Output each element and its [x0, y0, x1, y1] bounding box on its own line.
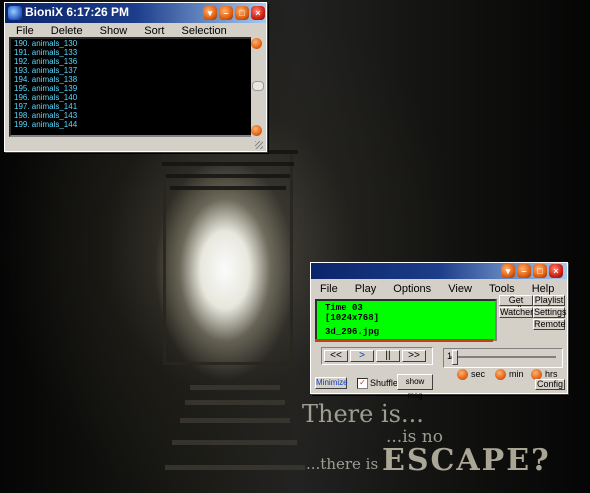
- list-item[interactable]: 198. animals_143: [11, 111, 251, 120]
- menu-options[interactable]: Options: [386, 281, 438, 297]
- slider-track: [450, 356, 556, 358]
- rollup-icon[interactable]: ▾: [203, 6, 217, 20]
- list-item[interactable]: 193. animals_137: [11, 66, 251, 75]
- wallpaper-escape-word: ESCAPE?: [382, 443, 551, 478]
- list-item[interactable]: 195. animals_139: [11, 84, 251, 93]
- status-display: Time 03 [1024x768] 3d_296.jpg: [315, 299, 497, 341]
- list-item[interactable]: 199. animals_144: [11, 120, 251, 129]
- stair-step: [180, 418, 290, 423]
- wallpaper-line-3-prefix: ...there is: [306, 455, 379, 473]
- unit-sec-radio[interactable]: [457, 369, 468, 380]
- minimize-icon[interactable]: –: [219, 6, 233, 20]
- unit-hrs-label: hrs: [545, 369, 558, 379]
- config-button[interactable]: Config: [535, 379, 565, 390]
- list-item[interactable]: 191. animals_133: [11, 48, 251, 57]
- bionix-app-icon: [8, 6, 22, 20]
- progress-bar: [315, 339, 493, 342]
- minimize-button[interactable]: Minimize: [315, 377, 348, 389]
- bionix-window-title: BioniX 6:17:26 PM: [25, 5, 130, 19]
- menu-file[interactable]: File: [313, 281, 345, 297]
- previous-button[interactable]: <<: [324, 350, 348, 362]
- bionix-list-window: BioniX 6:17:26 PM ▾ – □ × File Delete Sh…: [4, 2, 267, 152]
- shuffle-label: Shuffle: [370, 378, 398, 388]
- display-filename: 3d_296.jpg: [325, 327, 380, 337]
- stair-step: [165, 465, 305, 470]
- resize-grip-icon[interactable]: [255, 141, 263, 149]
- wallpaper-list[interactable]: 190. animals_130 191. animals_133 192. a…: [9, 37, 253, 137]
- scroll-up-icon[interactable]: [251, 38, 262, 49]
- list-item[interactable]: 194. animals_138: [11, 75, 251, 84]
- settings-button[interactable]: Settings: [533, 307, 567, 318]
- get-walls-button[interactable]: Get walls: [499, 295, 533, 314]
- tunnel-rung: [166, 174, 290, 178]
- display-time: Time 03: [325, 303, 363, 313]
- stair-step: [190, 385, 280, 390]
- wallpaper-line-1: There is...: [302, 400, 424, 428]
- scroll-down-icon[interactable]: [251, 125, 262, 136]
- list-scrollbar[interactable]: [251, 37, 264, 137]
- list-item[interactable]: 197. animals_141: [11, 102, 251, 111]
- display-resolution: [1024x768]: [325, 313, 380, 323]
- player-title-bar[interactable]: ▾ – □ ×: [311, 263, 567, 279]
- rollup-icon[interactable]: ▾: [501, 264, 515, 278]
- shuffle-checkbox[interactable]: ✓: [357, 378, 368, 389]
- scroll-thumb[interactable]: [252, 81, 264, 91]
- maximize-icon[interactable]: □: [235, 6, 249, 20]
- menu-play[interactable]: Play: [348, 281, 383, 297]
- menu-view[interactable]: View: [441, 281, 479, 297]
- list-item[interactable]: 196. animals_140: [11, 93, 251, 102]
- watcher-button[interactable]: Watcher: [499, 307, 533, 318]
- list-item[interactable]: 192. animals_136: [11, 57, 251, 66]
- tunnel-frame: [163, 150, 293, 365]
- next-button[interactable]: >>: [402, 350, 426, 362]
- pause-button[interactable]: ||: [376, 350, 400, 362]
- close-icon[interactable]: ×: [549, 264, 563, 278]
- close-icon[interactable]: ×: [251, 6, 265, 20]
- play-button[interactable]: >: [350, 350, 374, 362]
- tunnel-rung: [170, 186, 286, 190]
- interval-slider[interactable]: 1: [443, 348, 563, 368]
- bionix-player-window: ▾ – □ × File Play Options View Tools Hel…: [310, 262, 568, 400]
- list-item[interactable]: 190. animals_130: [11, 39, 251, 48]
- transport-panel: << > || >>: [321, 347, 433, 365]
- tunnel-rung: [162, 162, 294, 166]
- show-msg-button[interactable]: show msg: [397, 374, 433, 400]
- unit-sec-label: sec: [471, 369, 486, 379]
- bionix-title-bar[interactable]: BioniX 6:17:26 PM ▾ – □ ×: [5, 3, 266, 23]
- slider-thumb[interactable]: [452, 350, 458, 365]
- maximize-icon[interactable]: □: [533, 264, 547, 278]
- stair-step: [185, 400, 285, 405]
- remote-button[interactable]: Remote: [533, 319, 566, 330]
- playlist-button[interactable]: Playlist: [533, 295, 565, 306]
- minimize-icon[interactable]: –: [517, 264, 531, 278]
- stair-step: [172, 440, 297, 445]
- unit-min-radio[interactable]: [495, 369, 506, 380]
- unit-min-label: min: [509, 369, 524, 379]
